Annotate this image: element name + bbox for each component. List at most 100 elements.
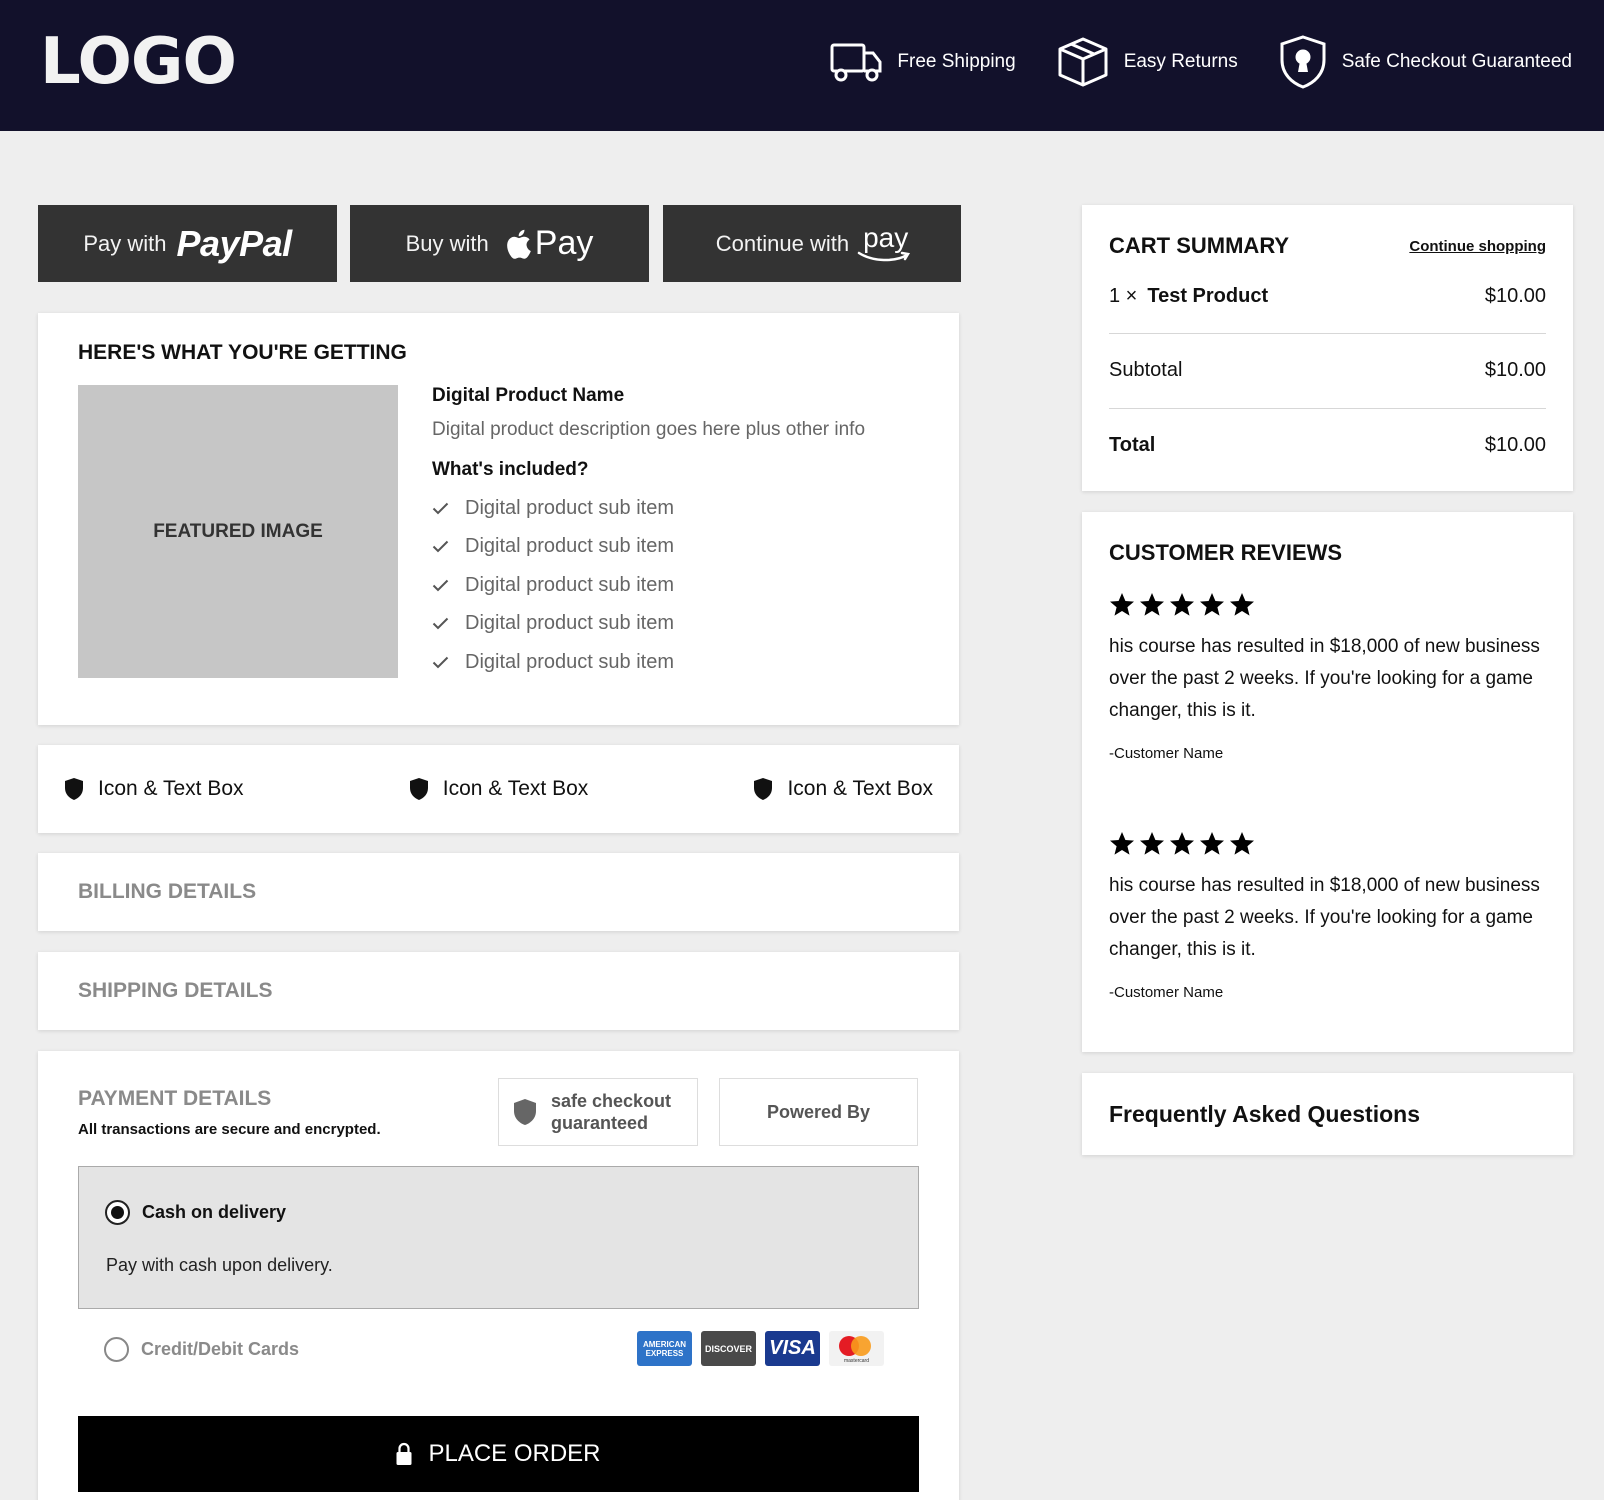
paypal-lead: Pay with bbox=[83, 230, 167, 256]
badge-easy-returns: Easy Returns bbox=[1056, 35, 1238, 89]
star-icon bbox=[1170, 832, 1194, 855]
cart-item-desc: 1 × Test Product bbox=[1109, 285, 1268, 308]
card-option[interactable]: Credit/Debit Cards bbox=[104, 1337, 299, 1362]
badge-label: Free Shipping bbox=[897, 51, 1016, 72]
badge-safe-checkout: Safe Checkout Guaranteed bbox=[1278, 34, 1572, 90]
star-rating bbox=[1109, 592, 1549, 617]
cart-summary: CART SUMMARY Continue shopping 1 × Test P… bbox=[1082, 205, 1573, 491]
included-heading: What's included? bbox=[432, 459, 589, 480]
apple-pay-lead: Buy with bbox=[405, 230, 489, 256]
icon-text-box: Icon & Text Box bbox=[64, 777, 244, 801]
safe-checkout-badge: safe checkout guaranteed bbox=[498, 1078, 698, 1146]
lock-icon bbox=[396, 1442, 412, 1465]
amazon-smile-icon bbox=[857, 251, 911, 261]
radio-dot bbox=[111, 1206, 124, 1219]
card-brand-logos: AMERICAN EXPRESS DISCOVER VISA mastercar… bbox=[637, 1331, 893, 1366]
amazon-pay-button[interactable]: Continue with pay bbox=[663, 205, 961, 282]
star-icon bbox=[1140, 832, 1164, 855]
payment-security-note: All transactions are secure and encrypte… bbox=[78, 1121, 381, 1138]
badge-label: Safe Checkout Guaranteed bbox=[1341, 51, 1572, 72]
star-icon bbox=[1230, 832, 1254, 855]
faq-section[interactable]: Frequently Asked Questions bbox=[1082, 1073, 1573, 1155]
list-item: Digital product sub item bbox=[432, 605, 932, 644]
cart-summary-title: CART SUMMARY bbox=[1109, 233, 1290, 258]
total-row: Total $10.00 bbox=[1109, 434, 1546, 457]
payment-method-cod[interactable]: Cash on delivery Pay with cash upon deli… bbox=[78, 1166, 919, 1309]
review-text: his course has resulted in $18,000 of ne… bbox=[1109, 875, 1540, 960]
divider bbox=[1109, 408, 1546, 409]
powered-by-badge: Powered By bbox=[719, 1078, 918, 1146]
card-label: Credit/Debit Cards bbox=[141, 1339, 300, 1359]
product-description: Digital product description goes here pl… bbox=[432, 419, 866, 440]
logo[interactable]: LOGO bbox=[40, 30, 237, 94]
list-item-label: Digital product sub item bbox=[465, 496, 674, 519]
paypal-button[interactable]: Pay with PayPal bbox=[38, 205, 337, 282]
product-card: HERE'S WHAT YOU'RE GETTING FEATURED IMAG… bbox=[38, 313, 959, 725]
shield-lock-icon bbox=[1280, 35, 1326, 89]
shipping-details-section[interactable]: SHIPPING DETAILS bbox=[38, 952, 959, 1030]
top-header: LOGO Free Shipping Easy Returns Safe Che… bbox=[0, 0, 1604, 131]
product-name: Digital Product Name bbox=[432, 385, 625, 406]
featured-image: FEATURED IMAGE bbox=[78, 385, 398, 678]
badge-label: Easy Returns bbox=[1123, 51, 1238, 72]
icon-text-box: Icon & Text Box bbox=[753, 777, 933, 801]
discover-logo: DISCOVER bbox=[701, 1331, 756, 1366]
divider bbox=[1109, 333, 1546, 334]
mastercard-circle-orange bbox=[851, 1336, 871, 1356]
cart-item-price: $10.00 bbox=[1484, 285, 1546, 307]
place-order-label: PLACE ORDER bbox=[428, 1440, 601, 1467]
paypal-logo: PayPal bbox=[176, 222, 293, 264]
shipping-details-title: SHIPPING DETAILS bbox=[78, 979, 273, 1002]
payment-details-title: PAYMENT DETAILS bbox=[78, 1087, 272, 1110]
continue-shopping-link[interactable]: Continue shopping bbox=[1409, 238, 1546, 255]
icon-text-boxes: Icon & Text Box Icon & Text Box Icon & T… bbox=[38, 745, 959, 833]
star-icon bbox=[1110, 593, 1134, 616]
check-icon bbox=[432, 502, 449, 515]
product-card-title: HERE'S WHAT YOU'RE GETTING bbox=[78, 341, 407, 364]
list-item-label: Digital product sub item bbox=[465, 573, 674, 596]
check-icon bbox=[432, 579, 449, 592]
card-radio[interactable] bbox=[104, 1337, 129, 1362]
review: his course has resulted in $18,000 of ne… bbox=[1109, 592, 1549, 762]
icon-text-box-label: Icon & Text Box bbox=[98, 777, 244, 800]
reviews-title: CUSTOMER REVIEWS bbox=[1109, 540, 1343, 565]
list-item: Digital product sub item bbox=[432, 566, 932, 605]
list-item: Digital product sub item bbox=[432, 528, 932, 567]
list-item: Digital product sub item bbox=[432, 643, 932, 682]
trust-badges: Free Shipping Easy Returns Safe Checkout… bbox=[789, 30, 1572, 94]
star-icon bbox=[1170, 593, 1194, 616]
star-rating bbox=[1109, 831, 1549, 856]
apple-pay-logo: Pay bbox=[534, 224, 594, 262]
shield-icon bbox=[514, 1099, 536, 1125]
cod-option[interactable]: Cash on delivery bbox=[105, 1200, 286, 1225]
cod-label: Cash on delivery bbox=[142, 1202, 287, 1222]
place-order-button[interactable]: PLACE ORDER bbox=[78, 1416, 919, 1492]
review-author: -Customer Name bbox=[1109, 745, 1224, 762]
star-icon bbox=[1110, 832, 1134, 855]
star-icon bbox=[1200, 593, 1224, 616]
faq-title: Frequently Asked Questions bbox=[1109, 1100, 1420, 1127]
subtotal-label: Subtotal bbox=[1109, 359, 1183, 381]
amex-logo: AMERICAN EXPRESS bbox=[637, 1331, 692, 1366]
visa-logo: VISA bbox=[765, 1331, 820, 1366]
safe-checkout-text: safe checkout guaranteed bbox=[551, 1090, 671, 1134]
amazon-pay-logo: pay bbox=[857, 223, 911, 261]
shield-icon bbox=[754, 778, 773, 800]
cart-item-qty: 1 × bbox=[1109, 285, 1138, 307]
billing-details-section[interactable]: BILLING DETAILS bbox=[38, 853, 959, 931]
cart-line-item: 1 × Test Product $10.00 bbox=[1109, 285, 1546, 308]
badge-free-shipping: Free Shipping bbox=[829, 41, 1016, 83]
apple-pay-button[interactable]: Buy with Pay bbox=[350, 205, 649, 282]
cod-radio[interactable] bbox=[105, 1200, 130, 1225]
safe-checkout-line2: guaranteed bbox=[551, 1113, 649, 1133]
truck-icon bbox=[830, 43, 882, 82]
mastercard-text: mastercard bbox=[843, 1358, 869, 1364]
safe-checkout-line1: safe checkout bbox=[551, 1091, 672, 1111]
powered-by-label: Powered By bbox=[766, 1101, 871, 1122]
list-item: Digital product sub item bbox=[432, 489, 932, 528]
star-icon bbox=[1200, 832, 1224, 855]
list-item-label: Digital product sub item bbox=[465, 650, 674, 673]
billing-details-title: BILLING DETAILS bbox=[78, 880, 257, 903]
subtotal-row: Subtotal $10.00 bbox=[1109, 359, 1546, 382]
list-item-label: Digital product sub item bbox=[465, 535, 674, 558]
